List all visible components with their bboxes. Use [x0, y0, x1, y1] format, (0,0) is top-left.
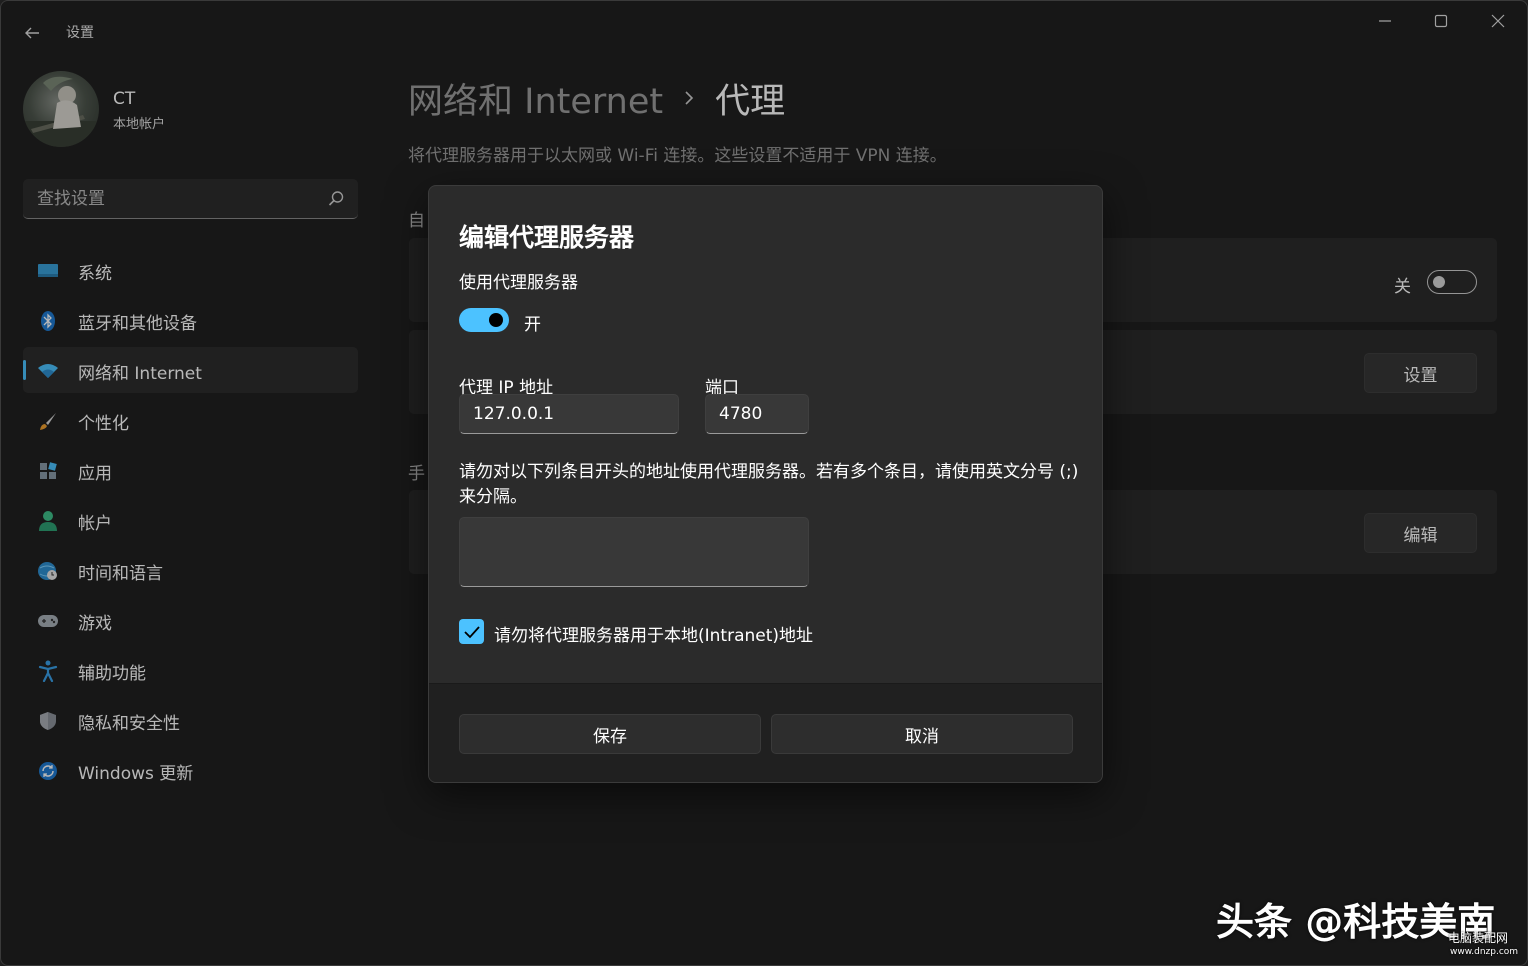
save-button[interactable]: 保存	[459, 714, 761, 754]
settings-window: 设置 CT 本地帐户 系统	[0, 0, 1528, 966]
cancel-button[interactable]: 取消	[771, 714, 1073, 754]
exclusion-description: 请勿对以下列条目开头的地址使用代理服务器。若有多个条目，请使用英文分号 (;) …	[459, 462, 1079, 507]
watermark-site: 电脑装配网	[1448, 931, 1509, 945]
local-bypass-label: 请勿将代理服务器用于本地(Intranet)地址	[494, 626, 814, 646]
local-bypass-checkbox[interactable]	[459, 619, 484, 644]
dialog-footer: 保存 取消	[429, 683, 1102, 782]
dialog-title: 编辑代理服务器	[459, 223, 635, 252]
port-input[interactable]	[705, 394, 809, 434]
watermark-url: www.dnzp.com	[1450, 947, 1519, 957]
toggle-knob	[489, 313, 503, 327]
edit-proxy-dialog: 编辑代理服务器 使用代理服务器 开 代理 IP 地址 端口 请勿对以下列条目开头…	[428, 185, 1103, 783]
use-proxy-toggle[interactable]	[459, 308, 509, 332]
checkmark-icon	[463, 625, 480, 638]
ip-address-input[interactable]	[459, 394, 679, 434]
use-proxy-label: 使用代理服务器	[459, 273, 578, 293]
use-proxy-state: 开	[524, 315, 541, 335]
exclusion-list-input[interactable]	[459, 517, 809, 587]
